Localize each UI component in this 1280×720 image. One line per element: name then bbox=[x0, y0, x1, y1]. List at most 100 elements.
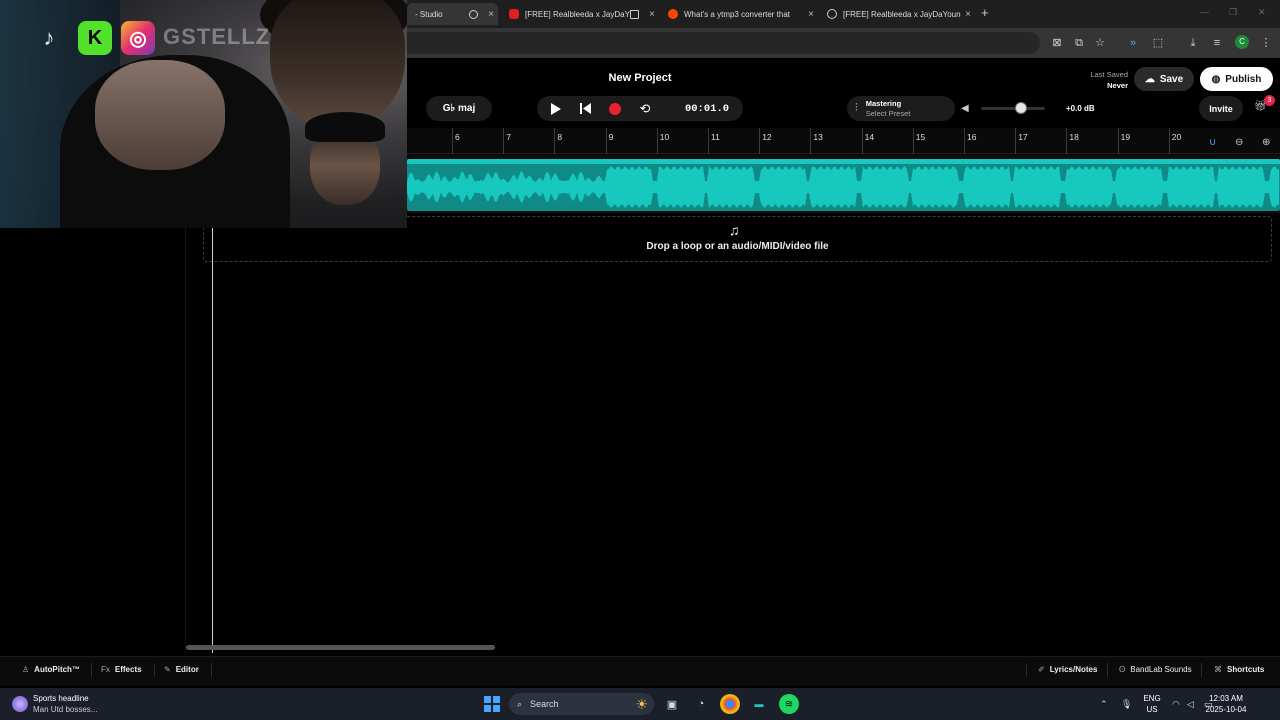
install-app-icon[interactable]: ⧉ bbox=[1072, 36, 1086, 50]
waveform-shape bbox=[407, 166, 1279, 208]
tab-studio[interactable]: - Studio × bbox=[407, 3, 498, 25]
horizontal-scrollbar[interactable] bbox=[186, 645, 495, 650]
rewind-button[interactable] bbox=[570, 96, 600, 121]
editor-button[interactable]: ✎ Editor bbox=[164, 665, 199, 674]
speaker-icon[interactable]: ◀︎ bbox=[961, 103, 969, 114]
cast-icon[interactable]: ⊠ bbox=[1050, 36, 1064, 50]
media-icon bbox=[630, 9, 639, 19]
divider bbox=[211, 663, 212, 677]
close-window-icon[interactable]: ✕ bbox=[1258, 7, 1266, 18]
last-saved-status: Last Saved Never bbox=[1070, 69, 1128, 91]
play-icon bbox=[551, 102, 561, 115]
invite-button[interactable]: Invite bbox=[1199, 96, 1243, 121]
task-view-icon[interactable]: ▣ bbox=[662, 694, 682, 714]
shortcuts-button[interactable]: ⌘ Shortcuts bbox=[1214, 665, 1264, 674]
tab-youtube-1[interactable]: [FREE] Realbleeda x JayDaY × bbox=[501, 3, 659, 25]
save-button[interactable]: ☁ Save bbox=[1134, 67, 1194, 91]
play-button[interactable] bbox=[541, 96, 571, 121]
profile-avatar[interactable]: C bbox=[1235, 35, 1249, 49]
wifi-icon[interactable]: ◠ bbox=[1172, 699, 1180, 710]
tiktok-icon: ♪ bbox=[43, 25, 55, 50]
track-lane bbox=[407, 154, 1280, 214]
skip-back-icon bbox=[579, 103, 591, 114]
mastering-selector[interactable]: ⫶ Mastering Select Preset bbox=[847, 96, 955, 121]
bandlab-sounds-button[interactable]: ʘ BandLab Sounds bbox=[1119, 665, 1192, 674]
menu-kebab-icon[interactable]: ⋮ bbox=[1259, 36, 1273, 50]
divider bbox=[91, 663, 92, 677]
maximize-icon[interactable]: ❐ bbox=[1229, 7, 1237, 18]
media-control-icon[interactable]: ≡ bbox=[1210, 36, 1224, 50]
magnet-snap-icon[interactable]: ∪ bbox=[1209, 137, 1216, 148]
volume-icon[interactable]: ◁ bbox=[1187, 699, 1194, 710]
close-tab-icon[interactable]: × bbox=[804, 9, 818, 20]
master-volume-value: +0.0 dB bbox=[1066, 104, 1095, 113]
record-button[interactable] bbox=[600, 96, 630, 121]
globe-icon: ◍ bbox=[1211, 73, 1221, 85]
ruler-tick bbox=[503, 128, 505, 154]
download-icon[interactable]: ⤓ bbox=[1186, 36, 1200, 50]
webcam-cap bbox=[305, 112, 385, 142]
effects-button[interactable]: Fx Effects bbox=[101, 665, 142, 674]
master-volume-slider[interactable] bbox=[981, 107, 1045, 110]
loop-icon: ⟲ bbox=[639, 100, 651, 116]
zoom-in-icon[interactable]: ⊕ bbox=[1262, 137, 1270, 148]
close-tab-icon[interactable]: × bbox=[484, 9, 498, 20]
publish-button[interactable]: ◍ Publish bbox=[1200, 67, 1273, 91]
autopitch-label: AutoPitch™ bbox=[34, 665, 80, 674]
ruler-label: 11 bbox=[711, 132, 720, 142]
news-widget-icon[interactable] bbox=[12, 696, 28, 712]
tray-overflow-icon[interactable]: ⌃ bbox=[1100, 699, 1108, 710]
fx-icon: Fx bbox=[101, 665, 110, 674]
chrome-icon[interactable] bbox=[720, 694, 740, 714]
recording-icon bbox=[469, 9, 478, 19]
close-tab-icon[interactable]: × bbox=[645, 9, 659, 20]
bookmark-star-icon[interactable]: ☆ bbox=[1093, 36, 1107, 50]
reddit-icon bbox=[668, 9, 678, 19]
project-title[interactable]: New Project bbox=[560, 72, 720, 84]
new-tab-button[interactable]: + bbox=[981, 5, 989, 20]
globe-icon bbox=[827, 9, 837, 19]
bandlab-app-icon[interactable]: ▬ bbox=[749, 694, 769, 714]
windows-start-icon[interactable] bbox=[484, 696, 500, 712]
ruler-tick bbox=[1066, 128, 1068, 154]
autopitch-button[interactable]: ♙ AutoPitch™ bbox=[22, 665, 80, 674]
webcam-overlay: ♪ K ◎ GSTELLZ bbox=[0, 0, 407, 228]
ruler-tick bbox=[708, 128, 709, 154]
key-selector[interactable]: G♭ maj bbox=[426, 96, 492, 121]
microphone-icon[interactable]: 🎙︎ bbox=[1121, 699, 1132, 710]
ruler-label: 16 bbox=[967, 132, 977, 142]
shortcuts-label: Shortcuts bbox=[1227, 665, 1265, 674]
mastering-preset: Select Preset bbox=[865, 108, 911, 118]
news-subtitle[interactable]: Man Utd bosses... bbox=[33, 705, 97, 714]
zoom-out-icon[interactable]: ⊖ bbox=[1235, 137, 1243, 148]
ruler-label: 10 bbox=[659, 132, 670, 142]
clock-time: 12:03 AM bbox=[1209, 694, 1243, 703]
ruler-label: 13 bbox=[813, 132, 823, 142]
sliders-icon: ⫶ bbox=[855, 102, 858, 114]
lyrics-notes-button[interactable]: ✐ Lyrics/Notes bbox=[1038, 665, 1097, 674]
effects-label: Effects bbox=[114, 665, 142, 674]
playhead[interactable] bbox=[212, 228, 213, 653]
invite-label: Invite bbox=[1209, 103, 1233, 114]
close-tab-icon[interactable]: × bbox=[961, 9, 975, 20]
language-indicator[interactable]: ENG US bbox=[1140, 693, 1164, 715]
ruler-tick bbox=[1015, 128, 1017, 154]
news-headline[interactable]: Sports headline bbox=[33, 694, 89, 703]
system-clock[interactable]: 12:03 AM 2025-10-04 bbox=[1196, 693, 1256, 715]
extension-audio-icon[interactable]: » bbox=[1126, 36, 1140, 50]
record-icon bbox=[609, 102, 621, 115]
audio-region[interactable] bbox=[407, 159, 1280, 211]
spotify-icon[interactable]: ≋ bbox=[779, 694, 799, 714]
tab-reddit[interactable]: What's a ytmp3 converter that × bbox=[660, 3, 818, 25]
app-icon[interactable]: ◔ bbox=[691, 694, 711, 714]
timeline-ruler[interactable]: 6 7 8 9 10 11 12 13 14 15 16 17 18 19 20 bbox=[407, 128, 1280, 154]
loop-button[interactable]: ⟲ bbox=[630, 96, 660, 121]
search-icon: ⌕ bbox=[517, 698, 523, 709]
taskbar-search[interactable]: ⌕ Search ☀ bbox=[509, 693, 654, 715]
pen-icon: ✐ bbox=[1038, 665, 1045, 674]
tab-youtube-2[interactable]: [FREE] Realbleeda x JayDaYoung × bbox=[819, 3, 975, 25]
minimize-icon[interactable]: — bbox=[1200, 7, 1209, 17]
master-volume-handle[interactable] bbox=[1014, 102, 1027, 114]
ruler-label: 18 bbox=[1069, 132, 1079, 142]
extensions-puzzle-icon[interactable]: ⬚ bbox=[1151, 36, 1165, 50]
